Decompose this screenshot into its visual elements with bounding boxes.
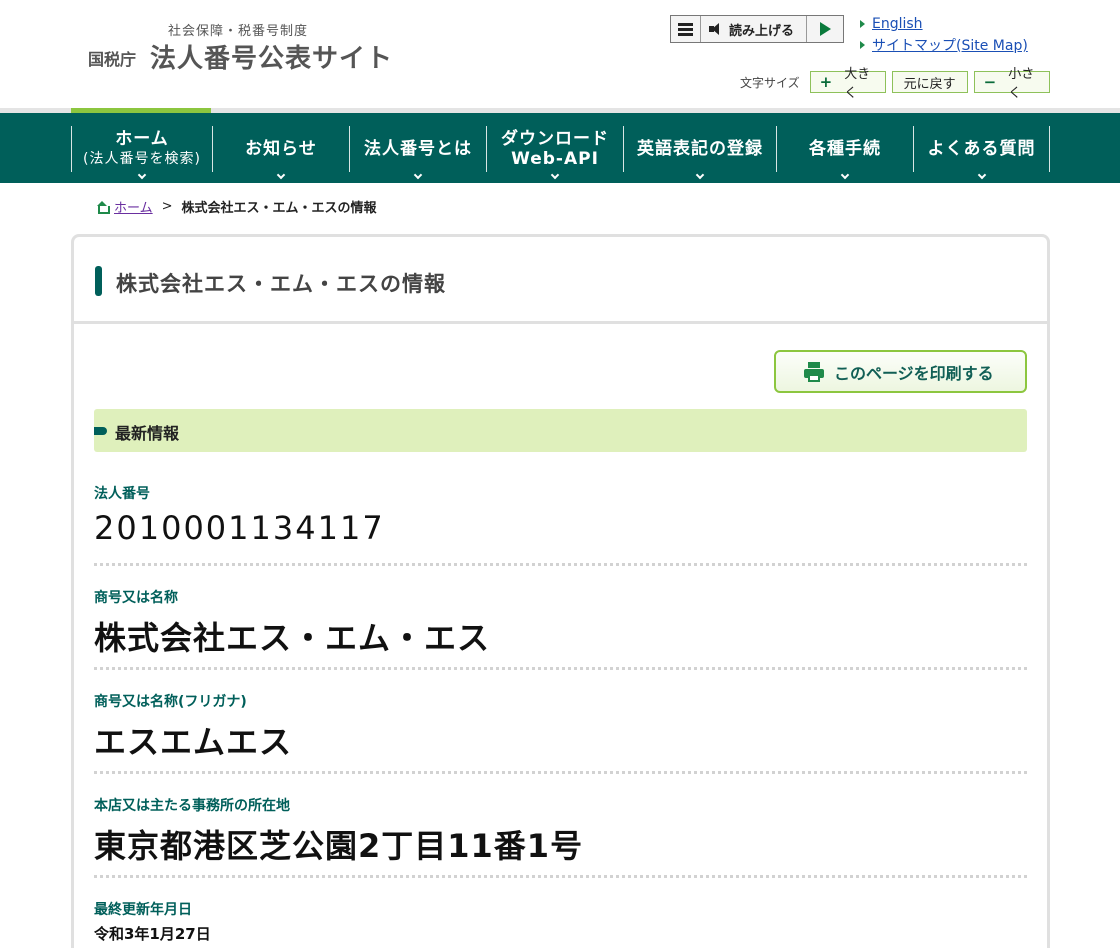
nav-item-news[interactable]: お知らせ bbox=[212, 126, 349, 180]
divider bbox=[94, 667, 1027, 670]
panel-header: 株式会社エス・エム・エスの情報 bbox=[74, 237, 1047, 324]
trade-name-kana-value: エスエムエス bbox=[94, 723, 293, 761]
field-corporate-number: 法人番号 2010001134117 bbox=[94, 483, 1027, 547]
field-label: 商号又は名称(フリガナ) bbox=[94, 694, 247, 710]
arrow-right-icon bbox=[860, 20, 865, 28]
font-size-controls: 文字サイズ + 大きく 元に戻す − 小さく bbox=[740, 67, 1056, 101]
font-reset-button[interactable]: 元に戻す bbox=[891, 71, 968, 93]
chevron-down-icon bbox=[840, 170, 850, 180]
field-label: 最終更新年月日 bbox=[94, 902, 192, 918]
header-links: English サイトマップ(Site Map) bbox=[860, 16, 1028, 58]
logo-subtitle: 社会保障・税番号制度 bbox=[168, 24, 309, 39]
english-link-row: English bbox=[860, 16, 1028, 32]
breadcrumb-home-link[interactable]: ホーム bbox=[114, 197, 153, 216]
sitemap-link-row: サイトマップ(Site Map) bbox=[860, 35, 1028, 55]
section-marker bbox=[94, 427, 107, 435]
plus-icon: + bbox=[819, 73, 833, 91]
chevron-down-icon bbox=[977, 170, 986, 180]
corporate-number-value: 2010001134117 bbox=[94, 509, 385, 547]
field-last-updated: 最終更新年月日 令和3年1月27日 bbox=[94, 899, 1027, 944]
speaker-icon bbox=[709, 23, 723, 35]
section-title: 最新情報 bbox=[115, 424, 180, 443]
trade-name-value: 株式会社エス・エム・エス bbox=[94, 619, 491, 657]
field-trade-name: 商号又は名称 株式会社エス・エム・エス bbox=[94, 587, 1027, 659]
nav-item-about[interactable]: 法人番号とは bbox=[349, 126, 486, 180]
content-panel: 株式会社エス・エム・エスの情報 このページを印刷する 最新情報 法人番号 201… bbox=[71, 234, 1050, 948]
font-smaller-button[interactable]: − 小さく bbox=[973, 67, 1050, 101]
divider bbox=[94, 563, 1027, 566]
chevron-down-icon bbox=[137, 170, 147, 180]
address-value: 東京都港区芝公園2丁目11番1号 bbox=[94, 827, 584, 865]
nav-item-english-registration[interactable]: 英語表記の登録 bbox=[623, 126, 776, 180]
breadcrumb: ホーム > 株式会社エス・エム・エスの情報 bbox=[96, 197, 377, 216]
play-button[interactable] bbox=[807, 16, 843, 42]
chevron-down-icon bbox=[413, 170, 423, 180]
site-header: 社会保障・税番号制度 国税庁 法人番号公表サイト 読み上げる English サ… bbox=[0, 0, 1120, 108]
nav-item-faq[interactable]: よくある質問 bbox=[913, 126, 1050, 180]
print-label: このページを印刷する bbox=[834, 363, 994, 383]
read-aloud-menu-button[interactable] bbox=[671, 16, 701, 42]
nav-item-procedures[interactable]: 各種手続 bbox=[776, 126, 913, 180]
nav-item-download[interactable]: ダウンロード Web-API bbox=[486, 126, 623, 180]
print-page-button[interactable]: このページを印刷する bbox=[774, 350, 1027, 393]
read-aloud-button[interactable]: 読み上げる bbox=[701, 16, 807, 42]
divider bbox=[94, 875, 1027, 878]
sitemap-link[interactable]: サイトマップ(Site Map) bbox=[872, 35, 1028, 55]
font-larger-button[interactable]: + 大きく bbox=[809, 67, 886, 101]
field-trade-name-kana: 商号又は名称(フリガナ) エスエムエス bbox=[94, 691, 1027, 763]
menu-icon bbox=[678, 22, 693, 26]
read-aloud-toolbar: 読み上げる bbox=[670, 15, 844, 43]
logo-agency[interactable]: 国税庁 bbox=[88, 46, 136, 70]
title-accent-bar bbox=[95, 266, 102, 296]
printer-icon bbox=[804, 361, 824, 382]
minus-icon: − bbox=[983, 73, 997, 91]
play-icon bbox=[819, 22, 831, 36]
english-link[interactable]: English bbox=[872, 16, 923, 32]
arrow-right-icon bbox=[860, 41, 865, 49]
divider bbox=[94, 771, 1027, 774]
breadcrumb-current: 株式会社エス・エム・エスの情報 bbox=[181, 201, 377, 216]
section-header: 最新情報 bbox=[94, 409, 1027, 452]
logo-title[interactable]: 法人番号公表サイト bbox=[150, 38, 393, 75]
chevron-down-icon bbox=[695, 170, 705, 180]
chevron-down-icon bbox=[550, 170, 560, 180]
field-address: 本店又は主たる事務所の所在地 東京都港区芝公園2丁目11番1号 bbox=[94, 795, 1027, 867]
breadcrumb-separator: > bbox=[161, 199, 173, 214]
field-label: 商号又は名称 bbox=[94, 590, 178, 606]
page-title: 株式会社エス・エム・エスの情報 bbox=[116, 272, 446, 296]
global-nav: ホーム (法人番号を検索) お知らせ 法人番号とは ダウンロード Web-API… bbox=[0, 113, 1120, 183]
last-updated-value: 令和3年1月27日 bbox=[94, 925, 211, 943]
font-size-label: 文字サイズ bbox=[740, 75, 800, 90]
home-icon bbox=[96, 200, 110, 214]
read-aloud-label: 読み上げる bbox=[729, 23, 795, 39]
field-label: 本店又は主たる事務所の所在地 bbox=[94, 798, 290, 814]
field-label: 法人番号 bbox=[94, 486, 150, 502]
nav-item-home[interactable]: ホーム (法人番号を検索) bbox=[71, 126, 212, 180]
chevron-down-icon bbox=[276, 170, 286, 180]
